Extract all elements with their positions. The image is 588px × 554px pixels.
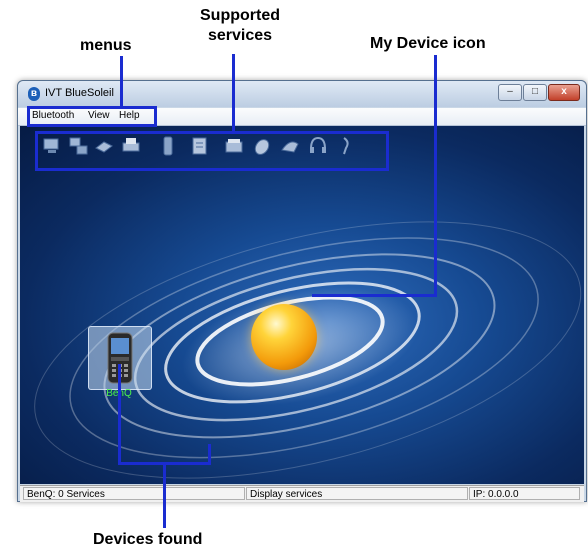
title-bar[interactable]: ʙ IVT BlueSoleil – □ x [18, 81, 586, 107]
services-highlight-box [35, 131, 389, 171]
my-device-connector-horizontal [312, 294, 437, 297]
callout-supported-services: Supported services [200, 6, 280, 46]
status-ip: IP: 0.0.0.0 [469, 487, 580, 500]
callout-supported-line1: Supported [200, 7, 280, 24]
maximize-button[interactable]: □ [523, 84, 547, 101]
my-device-icon[interactable] [251, 304, 317, 370]
devices-connector [163, 462, 166, 528]
status-device-services: BenQ: 0 Services [23, 487, 245, 500]
my-device-connector-vertical [434, 55, 437, 297]
callout-my-device-icon: My Device icon [370, 35, 486, 52]
minimize-button[interactable]: – [498, 84, 522, 101]
devices-bracket-left [118, 364, 121, 465]
close-button[interactable]: x [548, 84, 580, 101]
bluetooth-icon: ʙ [28, 87, 40, 101]
menus-connector [120, 56, 123, 107]
status-bar: BenQ: 0 Services Display services IP: 0.… [20, 485, 584, 502]
galaxy-swirl [34, 221, 582, 479]
menus-highlight-box [27, 106, 157, 127]
callout-menus: menus [80, 37, 132, 54]
services-connector [232, 54, 235, 132]
callout-supported-line2: services [207, 27, 273, 44]
device-canvas[interactable]: BenQ [20, 126, 584, 484]
status-display-services: Display services [246, 487, 468, 500]
callout-devices-found: Devices found [93, 531, 203, 548]
window-title: IVT BlueSoleil [45, 87, 114, 99]
